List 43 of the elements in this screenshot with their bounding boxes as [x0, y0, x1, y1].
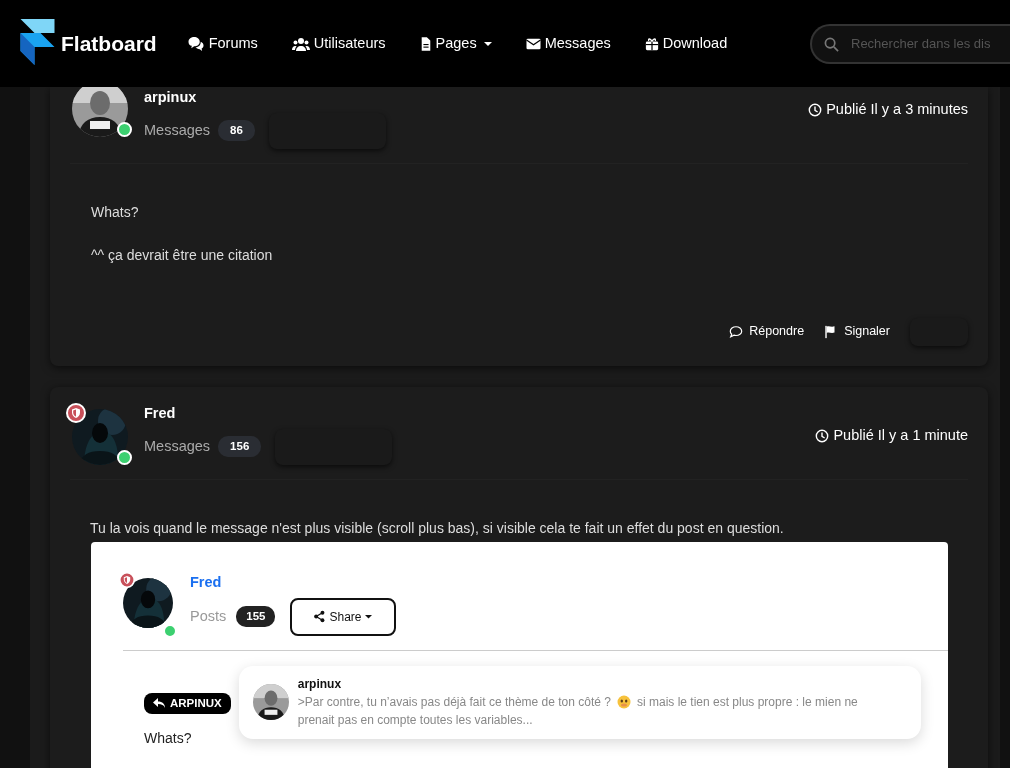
count-badge: 86	[218, 120, 255, 142]
reply-icon	[153, 698, 165, 709]
comments-icon	[186, 36, 205, 51]
nav-link[interactable]: Download	[644, 32, 728, 55]
count-badge: 155	[236, 605, 276, 628]
file-icon	[419, 36, 432, 51]
share-icon	[314, 610, 326, 623]
nav-link[interactable]: Forums	[186, 32, 258, 55]
post-time: Publié Il y a 3 minutes	[808, 99, 968, 121]
clock-icon	[808, 102, 823, 117]
quote-text: prenait pas en compte toutes les variables...	[297, 713, 533, 728]
reply-tag[interactable]: ARPINUX	[144, 692, 231, 714]
emoji-icon	[616, 694, 631, 709]
count-badge: 156	[218, 435, 262, 458]
quote-text: >Par contre, tu n’avais pas déjà fait ce thème de ton côté ?	[297, 693, 611, 711]
post-time: Publié Il y a 1 minute	[815, 424, 968, 447]
stat-label: Messages	[144, 436, 211, 456]
author-name[interactable]: Fred	[190, 571, 397, 594]
brand-name[interactable]: Flatboard	[61, 27, 157, 60]
stat-label: Posts	[190, 606, 227, 626]
caret-icon	[365, 614, 373, 619]
post-text: ^^ ça devrait être une citation	[91, 245, 274, 265]
users-icon	[291, 36, 310, 51]
quote-author: arpinux	[297, 675, 343, 693]
reply-button[interactable]: Répondre	[729, 322, 805, 342]
stat-label: Messages	[144, 120, 211, 140]
nav-link[interactable]: Utilisateurs	[291, 32, 386, 55]
quote-text: si mais le tien est plus propre : le mien ne	[636, 693, 858, 711]
comment-icon	[729, 324, 744, 339]
report-button[interactable]: Signaler	[824, 322, 890, 342]
gift-icon	[644, 36, 659, 51]
post-text: Whats?	[144, 729, 193, 749]
post-text: Whats?	[91, 202, 140, 222]
search-icon	[824, 36, 839, 52]
clock-icon	[815, 428, 830, 443]
nav-link[interactable]: Pages	[419, 32, 492, 55]
share-button[interactable]: Share	[290, 597, 397, 636]
author-name[interactable]: Fred	[144, 402, 393, 425]
search-field[interactable]: Rechercher dans les dis	[810, 23, 1010, 64]
post-text: Tu la vois quand le message n'est plus visible (scroll plus bas), si visible cela te fait un effet du post en question.	[90, 518, 785, 538]
envelope-icon	[525, 36, 541, 51]
author-name[interactable]: arpinux	[144, 87, 386, 109]
nav-link[interactable]: Messages	[525, 32, 611, 55]
